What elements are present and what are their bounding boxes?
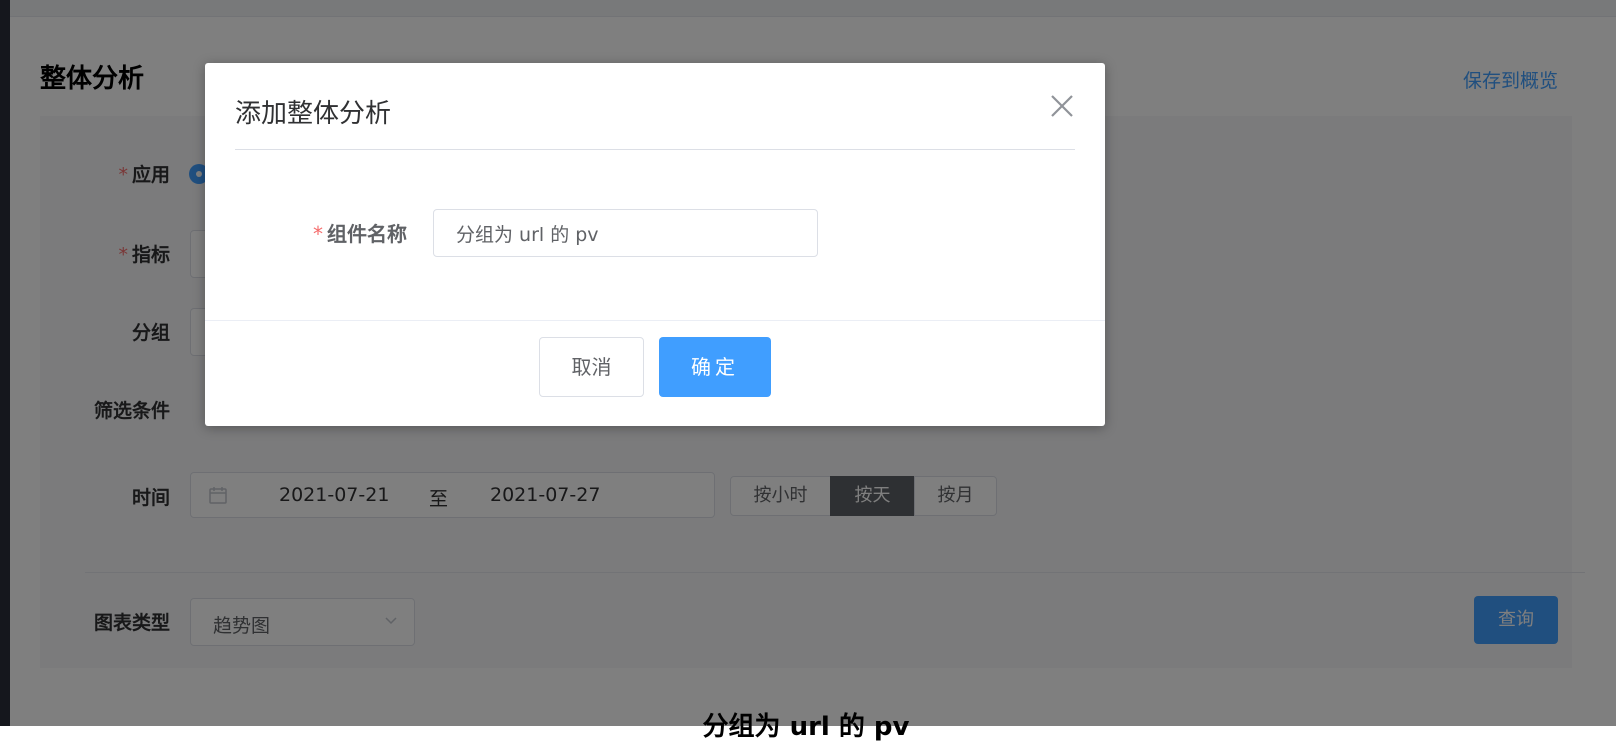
dialog-footer-divider: [205, 320, 1105, 321]
add-analysis-dialog: 添加整体分析 *组件名称 取消 确定: [205, 63, 1105, 426]
dialog-title: 添加整体分析: [235, 99, 392, 129]
confirm-button[interactable]: 确定: [659, 337, 771, 397]
close-icon[interactable]: [1049, 93, 1075, 119]
dialog-header-divider: [235, 149, 1075, 150]
component-name-label: * 组件名称: [313, 222, 407, 246]
cancel-button[interactable]: 取消: [539, 337, 644, 397]
component-name-input[interactable]: [433, 209, 818, 257]
